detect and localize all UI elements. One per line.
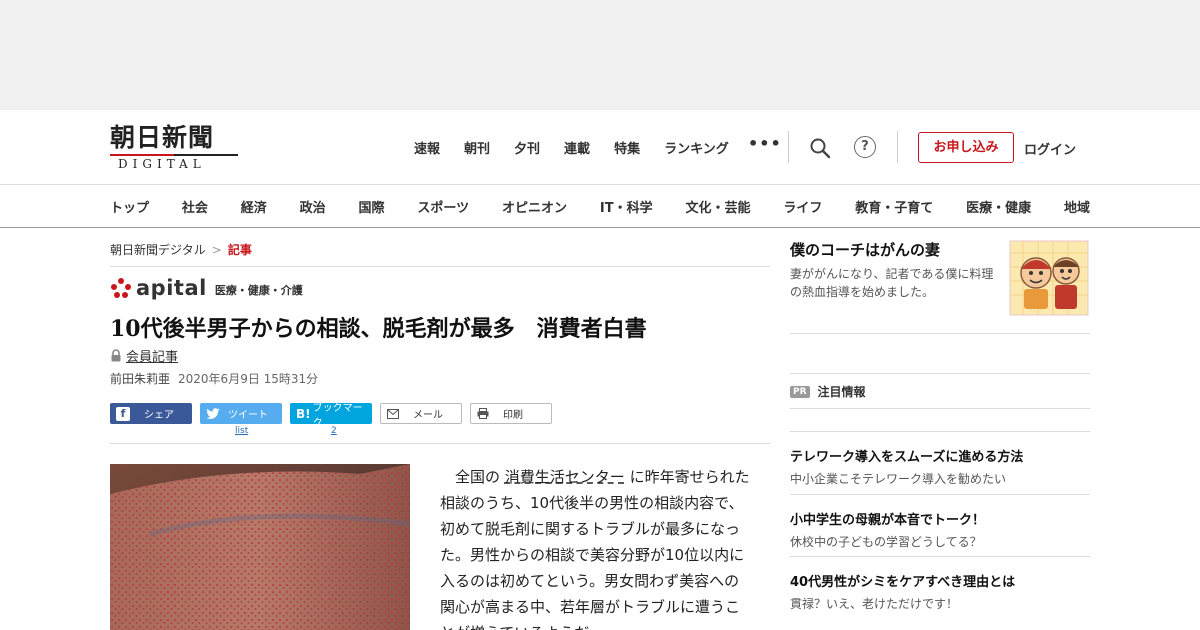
mail-share-label: メール bbox=[413, 410, 443, 421]
category-region[interactable]: 地域 bbox=[1064, 197, 1090, 216]
article-title: 10代後半男子からの相談、脱毛剤が最多 消費者白書 bbox=[110, 316, 647, 342]
promo-description: 妻ががんになり、記者である僕に料理の熱血指導を始めました。 bbox=[790, 267, 994, 299]
twitter-share-button[interactable]: ツイート bbox=[200, 403, 282, 424]
breadcrumb-separator: > bbox=[211, 243, 222, 257]
topnav-item-tokushu[interactable]: 特集 bbox=[614, 138, 640, 157]
mail-icon bbox=[387, 408, 399, 419]
twitter-count[interactable]: list bbox=[235, 426, 248, 436]
divider bbox=[790, 408, 1090, 409]
body-text-main: に昨年寄せられた相談のうち、10代後半の男性の相談内容で、初めて脱毛剤に関するト… bbox=[440, 468, 750, 630]
section-category[interactable]: 医療・健康・介護 bbox=[215, 282, 303, 298]
divider bbox=[110, 266, 770, 267]
category-top[interactable]: トップ bbox=[110, 197, 149, 216]
member-label[interactable]: 会員記事 bbox=[126, 346, 178, 365]
pr-badge: PR bbox=[790, 385, 810, 398]
category-politics[interactable]: 政治 bbox=[300, 197, 326, 216]
pr-section-title: 注目情報 bbox=[817, 385, 866, 399]
byline: 前田朱莉亜 2020年6月9日 15時31分 bbox=[110, 370, 318, 387]
divider bbox=[790, 494, 1090, 495]
login-link[interactable]: ログイン bbox=[1024, 139, 1076, 158]
category-sports[interactable]: スポーツ bbox=[417, 197, 469, 216]
print-button[interactable]: 印刷 bbox=[470, 403, 552, 424]
category-economy[interactable]: 経済 bbox=[241, 197, 267, 216]
topnav-item-yukan[interactable]: 夕刊 bbox=[514, 138, 540, 157]
pr-item-title: 40代男性がシミをケアすべき理由とは bbox=[790, 575, 1016, 590]
pr-item-desc: 貫禄？いえ、老けただけです！ bbox=[790, 597, 959, 611]
member-article-badge: 会員記事 bbox=[110, 346, 178, 365]
breadcrumb-home[interactable]: 朝日新聞デジタル bbox=[110, 243, 206, 257]
divider bbox=[110, 443, 770, 444]
facebook-share-button[interactable]: f シェア bbox=[110, 403, 192, 424]
divider bbox=[788, 131, 789, 163]
divider bbox=[790, 556, 1090, 557]
pr-item[interactable]: 40代男性がシミをケアすべき理由とは 貫禄？いえ、老けただけです！ bbox=[790, 571, 1090, 612]
facebook-icon: f bbox=[116, 406, 130, 421]
hatena-count[interactable]: 2 bbox=[331, 426, 337, 436]
category-it-science[interactable]: IT・科学 bbox=[600, 197, 653, 216]
twitter-share-label: ツイート bbox=[228, 410, 268, 421]
section-header: apital 医療・健康・介護 bbox=[110, 276, 303, 300]
search-icon[interactable] bbox=[808, 136, 832, 160]
lock-icon bbox=[111, 349, 121, 362]
article-body: 全国の 消費生活センター に昨年寄せられた相談のうち、10代後半の男性の相談内容… bbox=[440, 464, 750, 630]
pr-item-desc: 休校中の子どもの学習どうしてる？ bbox=[790, 535, 982, 549]
promo-illustration bbox=[1008, 239, 1090, 317]
divider bbox=[790, 333, 1090, 334]
divider bbox=[790, 373, 1090, 374]
twitter-icon bbox=[206, 407, 220, 419]
body-text-intro: 全国の bbox=[440, 468, 505, 486]
topnav-item-ranking[interactable]: ランキング bbox=[664, 138, 729, 157]
help-icon[interactable]: ? bbox=[854, 136, 876, 158]
hatena-icon: B! bbox=[296, 406, 311, 421]
category-education[interactable]: 教育・子育て bbox=[855, 197, 933, 216]
category-culture[interactable]: 文化・芸能 bbox=[685, 197, 750, 216]
category-opinion[interactable]: オピニオン bbox=[502, 197, 567, 216]
pr-section-header: PR 注目情報 bbox=[790, 383, 866, 400]
category-life[interactable]: ライフ bbox=[783, 197, 822, 216]
promo-card[interactable]: 僕のコーチはがんの妻 妻ががんになり、記者である僕に料理の熱血指導を始めました。 bbox=[790, 239, 1090, 333]
category-nav: トップ 社会 経済 政治 国際 スポーツ オピニオン IT・科学 文化・芸能 ラ… bbox=[0, 184, 1200, 228]
facebook-share-label: シェア bbox=[144, 410, 174, 421]
promo-title: 僕のコーチはがんの妻 bbox=[790, 241, 941, 259]
author-name: 前田朱莉亜 bbox=[110, 372, 171, 386]
divider bbox=[790, 431, 1090, 432]
apital-logo[interactable]: apital bbox=[110, 276, 207, 300]
breadcrumb-current: 記事 bbox=[227, 243, 252, 257]
topnav-item-sokuho[interactable]: 速報 bbox=[414, 138, 440, 157]
category-international[interactable]: 国際 bbox=[359, 197, 385, 216]
apital-wordmark: apital bbox=[136, 276, 207, 300]
apital-dots-icon bbox=[111, 278, 131, 298]
site-header: 朝日新聞 DIGITAL 速報 朝刊 夕刊 連載 特集 ランキング ••• ? … bbox=[0, 110, 1200, 184]
pr-item[interactable]: テレワーク導入をスムーズに進める方法 中小企業こそテレワーク導入を勧めたい bbox=[790, 446, 1090, 487]
pr-item-title: 小中学生の母親が本音でトーク！ bbox=[790, 513, 986, 528]
logo-text: 朝日新聞 bbox=[110, 123, 215, 152]
hatena-bookmark-button[interactable]: B! ブックマーク bbox=[290, 403, 372, 429]
more-menu-icon[interactable]: ••• bbox=[748, 134, 782, 153]
subscribe-button[interactable]: お申し込み bbox=[918, 132, 1014, 163]
print-icon bbox=[477, 408, 489, 419]
category-health[interactable]: 医療・健康 bbox=[966, 197, 1031, 216]
article-photo[interactable] bbox=[110, 464, 410, 630]
topnav-item-choukan[interactable]: 朝刊 bbox=[464, 138, 490, 157]
category-society[interactable]: 社会 bbox=[182, 197, 208, 216]
ad-banner-area bbox=[0, 0, 1200, 110]
site-logo[interactable]: 朝日新聞 DIGITAL bbox=[110, 123, 240, 171]
share-bar: f シェア ツイート B! ブックマーク メール 印刷 bbox=[110, 403, 560, 429]
divider bbox=[897, 131, 898, 163]
pr-item-title: テレワーク導入をスムーズに進める方法 bbox=[790, 450, 1024, 465]
pr-item-desc: 中小企業こそテレワーク導入を勧めたい bbox=[790, 472, 1007, 486]
pr-item[interactable]: 小中学生の母親が本音でトーク！ 休校中の子どもの学習どうしてる？ bbox=[790, 509, 1090, 550]
consumer-center-link[interactable]: 消費生活センター bbox=[505, 468, 625, 486]
top-nav: 速報 朝刊 夕刊 連載 特集 ランキング bbox=[414, 138, 753, 157]
breadcrumb: 朝日新聞デジタル > 記事 bbox=[110, 241, 252, 258]
publish-date: 2020年6月9日 15時31分 bbox=[178, 372, 319, 386]
logo-subtitle: DIGITAL bbox=[118, 157, 206, 171]
hatena-share-label: ブックマーク bbox=[312, 402, 363, 429]
print-label: 印刷 bbox=[503, 410, 523, 421]
topnav-item-rensai[interactable]: 連載 bbox=[564, 138, 590, 157]
logo-underline bbox=[110, 154, 238, 156]
mail-share-button[interactable]: メール bbox=[380, 403, 462, 424]
